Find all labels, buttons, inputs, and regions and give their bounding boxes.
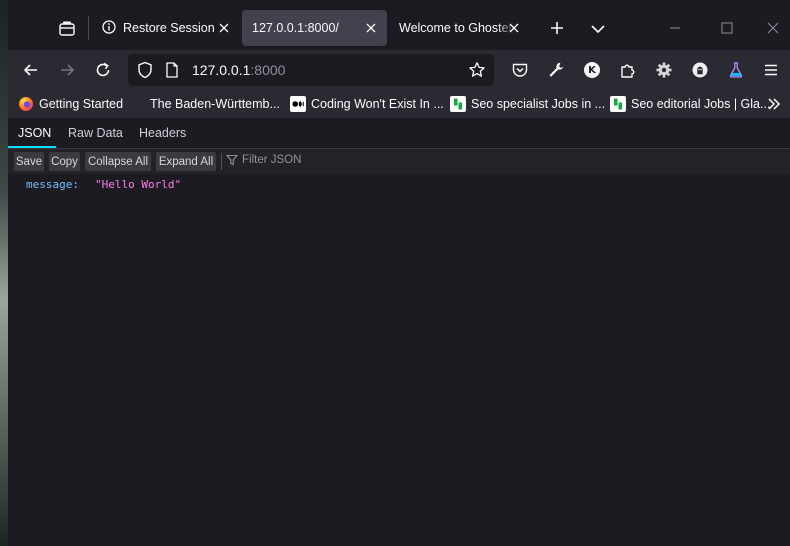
forward-arrow-icon[interactable] (57, 60, 77, 80)
settings-gear-icon[interactable] (654, 60, 674, 80)
copy-button[interactable]: Copy (49, 152, 80, 171)
close-tab-icon[interactable] (363, 20, 379, 36)
tab-title: Restore Session (123, 21, 215, 35)
blank-favicon-icon (129, 96, 145, 112)
browser-window: Restore Session 127.0.0.1:8000/ Welcome … (8, 6, 790, 546)
reload-icon[interactable] (93, 60, 113, 80)
bookmarks-overflow-chevron-icon[interactable] (767, 94, 781, 114)
bookmark-label: The Baden-Württemb... (150, 97, 280, 111)
bookmark-baden-wurttemberg[interactable]: The Baden-Württemb... (129, 94, 280, 114)
back-arrow-icon[interactable] (21, 60, 41, 80)
url-host: 127.0.0.1 (192, 62, 251, 78)
bookmark-seo-editorial-jobs[interactable]: Seo editorial Jobs | Gla... (610, 94, 770, 114)
url-text[interactable]: 127.0.0.1:8000 (192, 62, 285, 78)
tab-title: 127.0.0.1:8000/ (252, 21, 339, 35)
firefox-view-icon[interactable] (56, 18, 78, 40)
extension-k-icon[interactable]: K (582, 60, 602, 80)
new-tab-plus-icon[interactable] (549, 20, 565, 36)
filter-funnel-icon (226, 154, 238, 166)
expand-all-button[interactable]: Expand All (156, 152, 216, 171)
firefox-icon (18, 96, 34, 112)
bookmark-star-icon[interactable] (468, 61, 486, 82)
json-key: message: (26, 178, 79, 191)
list-all-tabs-chevron-icon[interactable] (590, 21, 606, 37)
ghostery-ghost-icon[interactable] (690, 60, 710, 80)
desktop-background (0, 0, 8, 546)
tab-raw-data[interactable]: Raw Data (68, 126, 123, 140)
close-window-icon[interactable] (765, 20, 781, 36)
glassdoor-icon (450, 96, 466, 112)
extension-k-badge: K (584, 62, 600, 78)
bookmark-label: Coding Won't Exist In ... (311, 97, 444, 111)
bookmarks-toolbar: Getting Started The Baden-Württemb... Co… (8, 91, 790, 118)
bookmark-label: Seo specialist Jobs in ... (471, 97, 606, 111)
bookmark-label: Getting Started (39, 97, 124, 111)
address-bar[interactable]: 127.0.0.1:8000 (128, 54, 494, 86)
tab-headers[interactable]: Headers (139, 126, 186, 140)
collapse-all-button[interactable]: Collapse All (85, 152, 151, 171)
page-info-icon[interactable] (165, 62, 179, 81)
filter-placeholder: Filter JSON (242, 154, 302, 166)
minimize-icon[interactable] (667, 20, 683, 36)
filter-json-input[interactable]: Filter JSON (226, 154, 301, 166)
tab-welcome-ghostery[interactable]: Welcome to Ghostery (390, 10, 530, 46)
tab-title: Welcome to Ghostery (399, 21, 515, 35)
navigation-toolbar: 127.0.0.1:8000 K (8, 50, 790, 91)
bookmark-coding-wont-exist[interactable]: Coding Won't Exist In ... (290, 94, 444, 114)
flask-extension-icon[interactable] (726, 60, 746, 80)
maximize-icon[interactable] (719, 20, 735, 36)
bookmark-getting-started[interactable]: Getting Started (18, 94, 123, 114)
medium-icon (290, 96, 306, 112)
hamburger-menu-icon[interactable] (761, 60, 781, 80)
bookmark-seo-specialist-jobs[interactable]: Seo specialist Jobs in ... (450, 94, 605, 114)
json-value: "Hello World" (95, 178, 182, 191)
close-tab-icon[interactable] (506, 20, 522, 36)
bookmark-label: Seo editorial Jobs | Gla... (631, 97, 771, 111)
tracking-protection-shield-icon[interactable] (137, 61, 153, 82)
glassdoor-icon (610, 96, 626, 112)
extensions-puzzle-icon[interactable] (618, 60, 638, 80)
tab-json[interactable]: JSON (18, 126, 51, 140)
url-port: :8000 (250, 62, 286, 78)
tab-strip: Restore Session 127.0.0.1:8000/ Welcome … (8, 6, 790, 50)
json-viewer-tabs: JSON Raw Data Headers (8, 118, 790, 148)
json-content-panel: message: "Hello World" (8, 174, 790, 546)
wrench-tools-icon[interactable] (546, 60, 566, 80)
save-button[interactable]: Save (14, 152, 44, 171)
info-icon (102, 19, 116, 37)
pocket-icon[interactable] (510, 60, 530, 80)
json-viewer-toolbar: Save Copy Collapse All Expand All Filter… (8, 148, 790, 175)
toolbar-separator (221, 153, 222, 170)
tab-separator (88, 16, 89, 40)
tab-restore-session[interactable]: Restore Session (92, 10, 240, 46)
tab-localhost[interactable]: 127.0.0.1:8000/ (242, 10, 387, 46)
close-tab-icon[interactable] (216, 20, 232, 36)
